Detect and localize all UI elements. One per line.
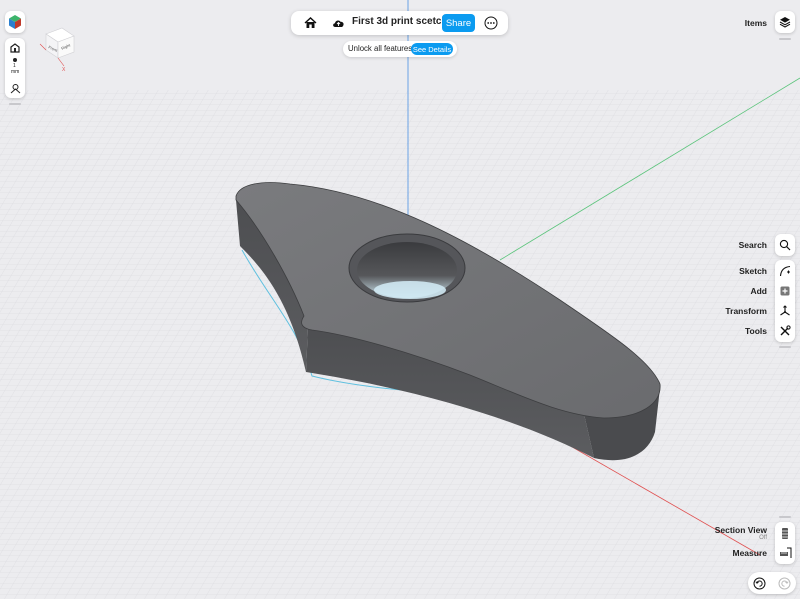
view-cube[interactable]: Front Right X <box>38 24 80 72</box>
sketch-label: Sketch <box>739 266 767 276</box>
more-icon <box>484 16 498 30</box>
measure-label: Measure <box>732 548 768 558</box>
transform-label: Transform <box>725 306 767 316</box>
left-app-button[interactable] <box>5 11 25 33</box>
left-toolbar-handle[interactable] <box>9 103 21 105</box>
home-button[interactable] <box>301 14 319 32</box>
add-label: Add <box>750 286 767 296</box>
add-button[interactable] <box>775 282 795 300</box>
items-button[interactable] <box>775 11 795 33</box>
left-view-toolbar: 1 mm <box>5 38 25 98</box>
more-options-button[interactable] <box>482 14 500 32</box>
redo-button[interactable] <box>775 574 793 592</box>
tools-label: Tools <box>744 326 767 336</box>
unit-label: mm <box>11 69 20 75</box>
cloud-upload-icon <box>332 20 344 27</box>
section-view-state: Off <box>759 535 767 541</box>
redo-icon <box>778 577 790 589</box>
tools-icon <box>780 325 791 336</box>
snap-icon <box>10 83 20 93</box>
home-view-icon <box>10 43 20 53</box>
undo-button[interactable] <box>750 574 768 592</box>
undo-icon <box>753 577 765 589</box>
document-title[interactable]: First 3d print scetch <box>352 16 448 27</box>
3d-viewport[interactable] <box>0 0 800 599</box>
app-cube-icon <box>9 15 21 29</box>
section-view-button[interactable] <box>775 523 795 543</box>
sketch-curve-icon <box>779 265 791 277</box>
section-view-label: Section View <box>714 525 767 535</box>
cloud-save-button[interactable] <box>329 14 347 32</box>
sketch-button[interactable] <box>775 262 795 280</box>
transform-button[interactable] <box>775 302 795 320</box>
unit-dot-icon <box>13 58 17 62</box>
tools-button[interactable] <box>775 322 795 340</box>
ruler-icon <box>779 547 791 558</box>
section-view-icon <box>782 527 788 539</box>
snap-button[interactable] <box>5 80 25 96</box>
home-icon <box>304 17 316 28</box>
search-label: Search <box>738 240 767 250</box>
main-tools-handle[interactable] <box>779 346 791 348</box>
unlock-banner: Unlock all features See Details <box>343 41 457 57</box>
items-label: Items <box>744 18 767 28</box>
layers-icon <box>779 17 791 28</box>
measure-button[interactable] <box>775 543 795 563</box>
bottom-tools-handle[interactable] <box>779 516 791 518</box>
view-cube-x-label: X <box>62 67 66 72</box>
search-icon <box>779 239 791 251</box>
view-orientation-button[interactable] <box>5 40 25 56</box>
unlock-text: Unlock all features <box>348 44 413 53</box>
share-button[interactable]: Share <box>442 14 475 32</box>
search-button[interactable] <box>775 234 795 256</box>
items-toolbar-handle[interactable] <box>779 38 791 40</box>
top-bar: First 3d print scetch <box>291 11 508 35</box>
model-hole-bottom <box>374 281 446 299</box>
unit-indicator[interactable]: 1 mm <box>5 58 25 76</box>
see-details-button[interactable]: See Details <box>411 43 453 55</box>
add-box-icon <box>780 286 790 296</box>
transform-icon <box>780 305 790 316</box>
